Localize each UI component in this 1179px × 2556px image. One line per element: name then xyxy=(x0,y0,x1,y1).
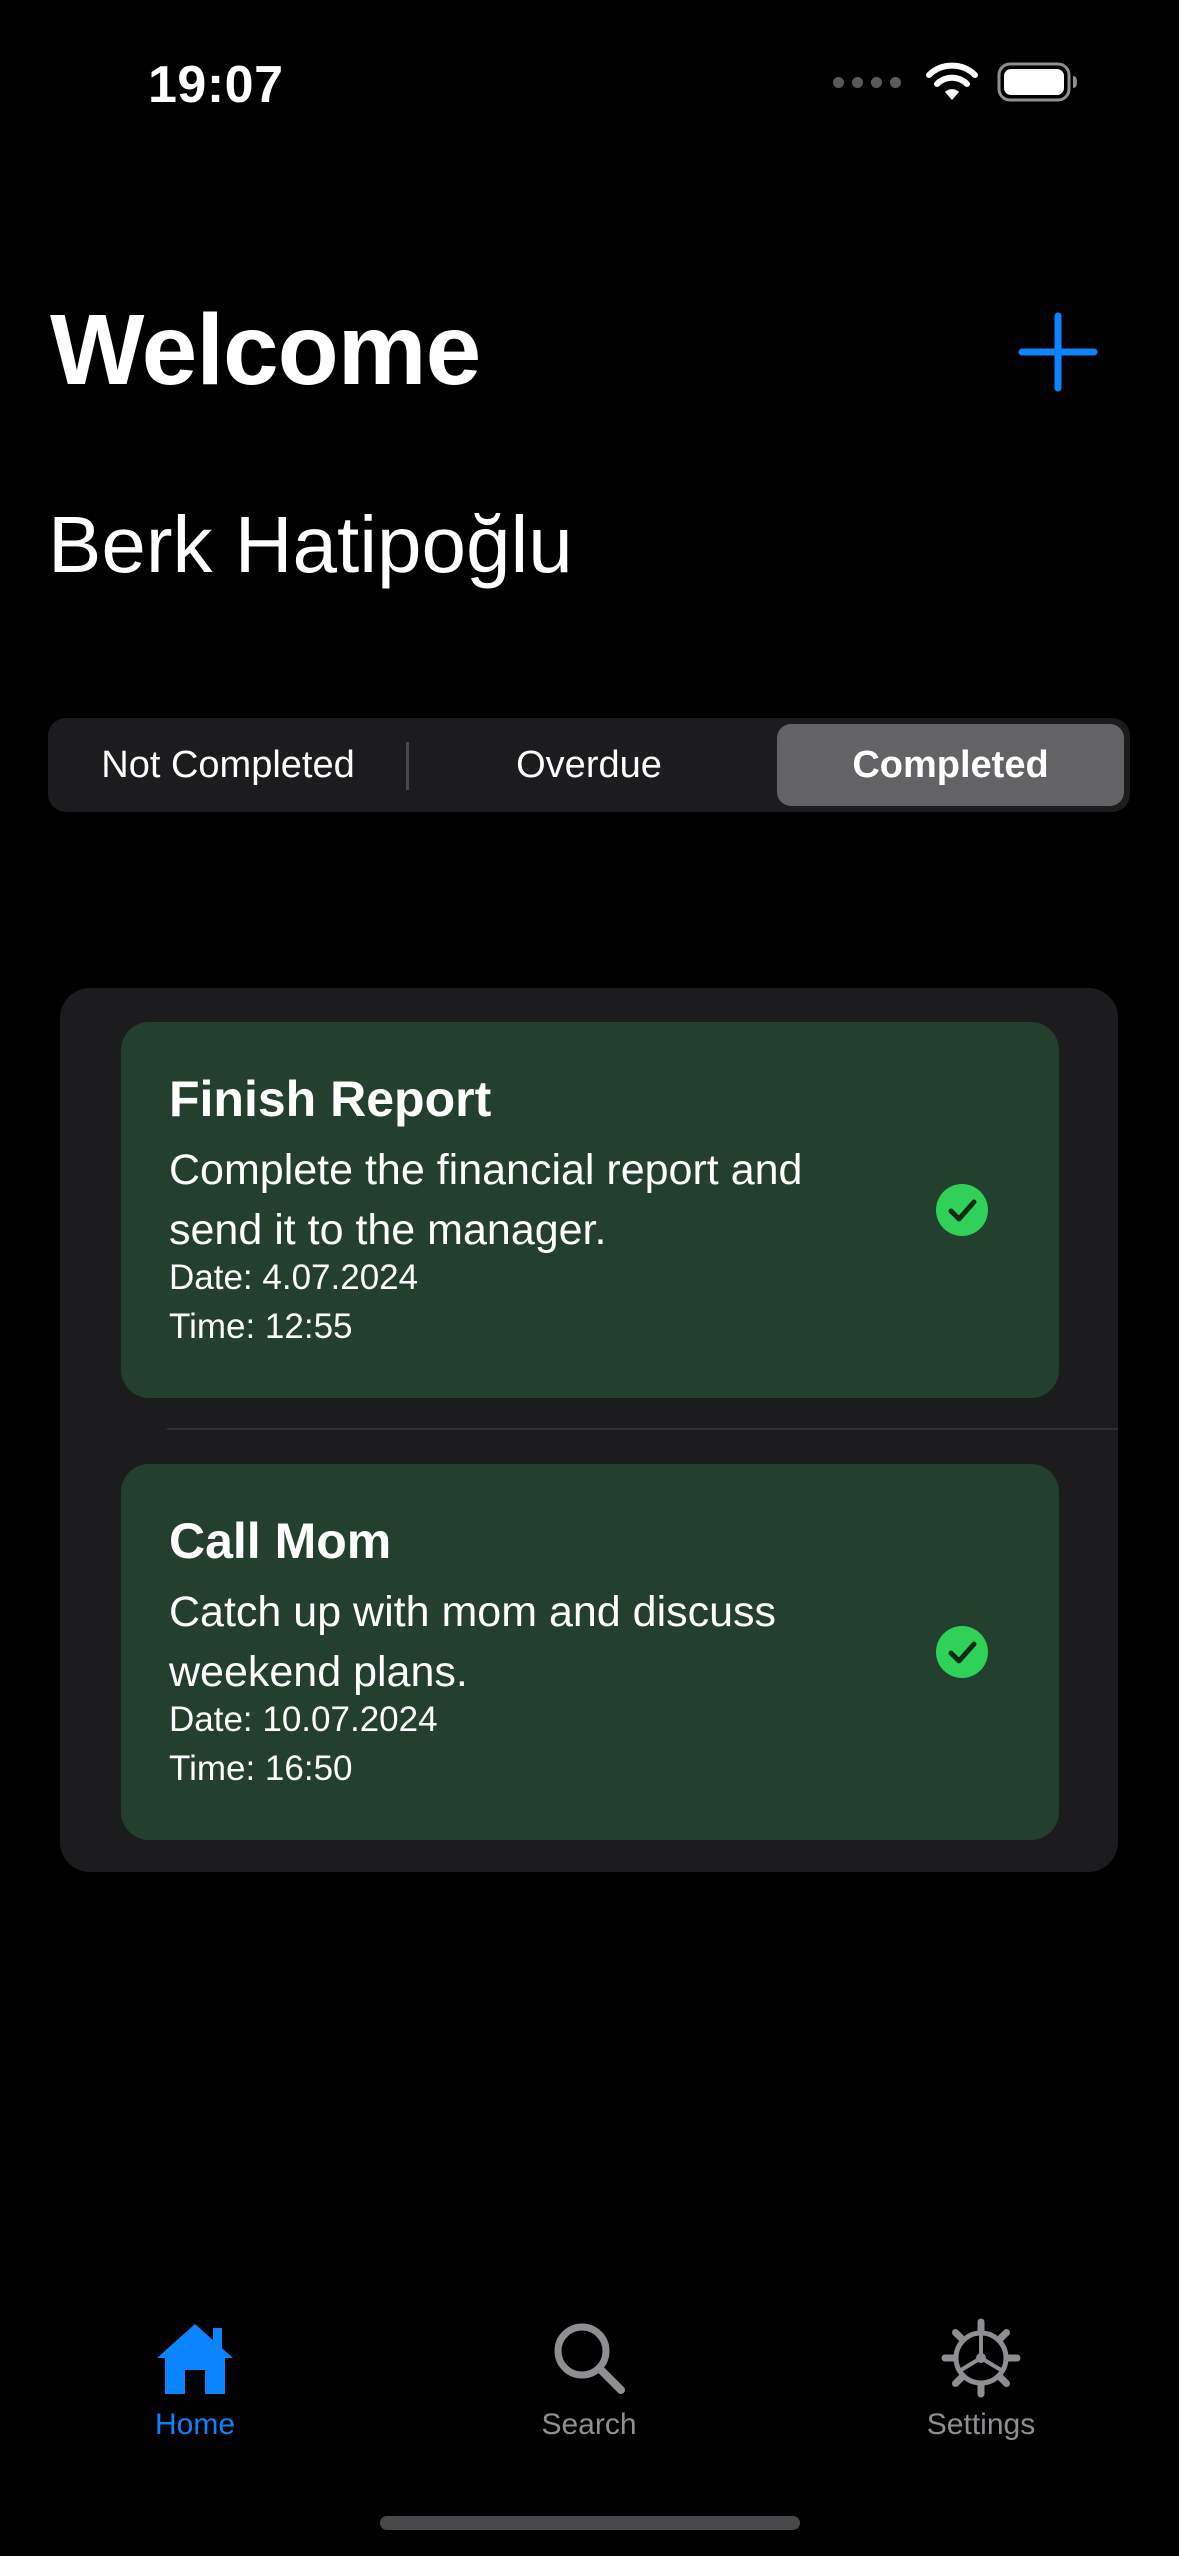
house-icon xyxy=(150,2318,240,2398)
task-list: Finish Report Complete the financial rep… xyxy=(60,988,1118,1872)
task-description: Catch up with mom and discuss weekend pl… xyxy=(169,1588,777,1696)
task-date: Date: 10.07.2024 xyxy=(169,1700,438,1739)
user-name: Berk Hatipoğlu xyxy=(48,500,573,589)
wifi-icon xyxy=(925,62,979,102)
tab-home[interactable]: Home xyxy=(75,2318,315,2448)
task-card[interactable]: Call Mom Catch up with mom and discuss w… xyxy=(121,1464,1059,1840)
tab-search-label: Search xyxy=(541,2408,637,2441)
signal-dots-icon xyxy=(833,76,901,88)
tab-settings[interactable]: Settings xyxy=(861,2318,1101,2448)
task-time: Time: 12:55 xyxy=(169,1307,353,1346)
segment-completed[interactable]: Completed xyxy=(777,724,1124,806)
battery-icon xyxy=(997,62,1079,102)
task-date: Date: 4.07.2024 xyxy=(169,1258,419,1297)
checkmark-circle-icon xyxy=(936,1184,988,1236)
task-title: Finish Report xyxy=(169,1071,492,1127)
status-segmented-control: Not Completed Overdue Completed xyxy=(48,718,1130,812)
segment-overdue[interactable]: Overdue xyxy=(409,718,769,812)
tab-settings-label: Settings xyxy=(926,2408,1036,2441)
gear-icon xyxy=(936,2318,1026,2398)
task-time: Time: 16:50 xyxy=(169,1749,353,1788)
task-description: Complete the financial report and send i… xyxy=(169,1146,803,1254)
plus-icon xyxy=(1018,312,1098,392)
page-title: Welcome xyxy=(50,294,481,406)
checkmark-circle-icon xyxy=(936,1626,988,1678)
status-icons xyxy=(833,62,1079,102)
task-title: Call Mom xyxy=(169,1513,392,1569)
add-task-button[interactable] xyxy=(1018,312,1098,392)
home-indicator[interactable] xyxy=(380,2516,800,2530)
segment-not-completed[interactable]: Not Completed xyxy=(48,718,408,812)
task-card[interactable]: Finish Report Complete the financial rep… xyxy=(121,1022,1059,1398)
tab-home-label: Home xyxy=(154,2408,236,2441)
list-separator xyxy=(167,1428,1118,1430)
magnifier-icon xyxy=(544,2318,634,2398)
status-time: 19:07 xyxy=(148,56,284,114)
tab-search[interactable]: Search xyxy=(469,2318,709,2448)
